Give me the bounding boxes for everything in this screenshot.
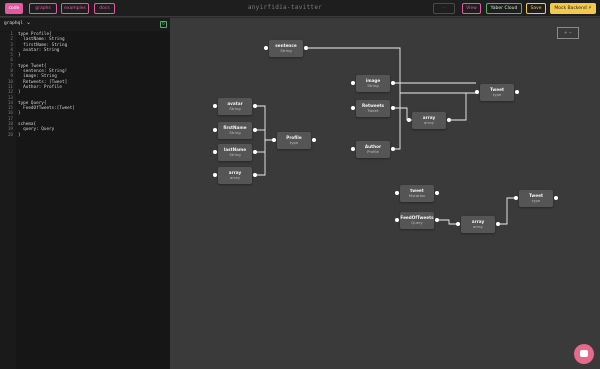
node-type: Profile [367, 149, 379, 154]
node-input-handle[interactable] [395, 191, 399, 195]
graph-edge [256, 140, 266, 176]
language-select[interactable]: graphql [4, 21, 23, 26]
graph-edge [450, 93, 467, 121]
node-output-handle[interactable] [391, 147, 395, 151]
node-type: type [289, 140, 299, 145]
chevron-down-icon[interactable]: ⌄ [26, 19, 31, 26]
node-output-handle[interactable] [253, 128, 257, 132]
node-input-handle[interactable] [351, 106, 355, 110]
node-output-handle[interactable] [435, 218, 439, 222]
graph-edge [256, 105, 273, 141]
node-retweets-array[interactable]: array array [407, 112, 451, 129]
mock-backend-label: Mock Backend [554, 6, 587, 11]
node-input-handle[interactable] [514, 196, 518, 200]
node-output-handle[interactable] [312, 138, 316, 142]
node-type: String [229, 106, 241, 111]
node-input-handle[interactable] [272, 138, 276, 142]
graph-edge [438, 219, 457, 225]
node-type: type [531, 198, 541, 203]
line-number: 20 [7, 132, 13, 138]
sync-icon[interactable]: ↻ [160, 21, 167, 28]
node-lastname[interactable]: lastName String [213, 144, 257, 161]
code-editor[interactable]: graphql ⌄ ↻ 1 type Profile{2 lastName: St… [0, 18, 170, 369]
node-profile-array[interactable]: array array [213, 167, 257, 184]
node-type: array [230, 175, 240, 180]
node-retweets[interactable]: Retweets Tweet [351, 100, 395, 117]
graph-edge [307, 47, 476, 94]
node-output-handle[interactable] [391, 81, 395, 85]
node-type: String [229, 152, 241, 157]
node-output-handle[interactable] [435, 191, 439, 195]
node-input-handle[interactable] [213, 104, 217, 108]
node-output-handle[interactable] [253, 104, 257, 108]
node-type: String [280, 48, 292, 53]
code-text: } [18, 132, 21, 138]
save-button[interactable]: Save [526, 3, 546, 14]
chat-button[interactable] [574, 344, 594, 364]
node-output-handle[interactable] [304, 46, 308, 50]
view-button[interactable]: View [462, 3, 481, 14]
node-input-handle[interactable] [407, 118, 411, 122]
node-type: Mutation [408, 193, 426, 198]
node-type: Query [411, 220, 423, 225]
node-author[interactable]: Author Profile [351, 141, 395, 158]
zoom-controls[interactable]: + − [557, 27, 579, 39]
node-type: array [424, 120, 434, 125]
node-type: Tweet [367, 108, 379, 113]
node-sentence[interactable]: sentence String [264, 40, 308, 57]
node-input-handle[interactable] [456, 222, 460, 226]
graph-edge [499, 197, 515, 225]
node-type: array [473, 224, 483, 229]
node-tweet-type[interactable]: Tweet type [475, 84, 519, 101]
node-avatar[interactable]: avatar String [213, 98, 257, 115]
node-output-handle[interactable] [447, 118, 451, 122]
mock-backend-button[interactable]: Mock Backend ⚡ [550, 3, 596, 14]
node-profile-type[interactable]: Profile type [272, 132, 316, 149]
node-type: type [492, 92, 502, 97]
node-output-handle[interactable] [253, 150, 257, 154]
yaber-cloud-button[interactable]: Yaber Cloud [486, 3, 522, 14]
node-firstname[interactable]: firstName String [213, 122, 257, 139]
node-output-handle[interactable] [496, 222, 500, 226]
nav-docs-button[interactable]: docs [94, 3, 115, 14]
nav-code-button[interactable]: code [5, 3, 23, 14]
node-output-handle[interactable] [554, 196, 558, 200]
node-input-handle[interactable] [213, 128, 217, 132]
app-root: code graphs examples docs anyirfidia-tav… [0, 0, 600, 369]
node-input-handle[interactable] [213, 173, 217, 177]
node-input-handle[interactable] [351, 81, 355, 85]
node-type: String [229, 130, 241, 135]
chat-icon [580, 350, 588, 357]
node-feedoftweets[interactable]: FeedOfTweets Query [395, 212, 439, 229]
graph-canvas[interactable]: sentence String image String Retweets Tw… [170, 18, 600, 369]
graph-edge [394, 93, 401, 150]
top-bar: code graphs examples docs anyirfidia-tav… [0, 0, 600, 17]
node-tweet-type-2[interactable]: Tweet type [514, 190, 558, 207]
node-tweet-mutation[interactable]: tweet Mutation [395, 185, 439, 202]
node-input-handle[interactable] [351, 147, 355, 151]
node-output-handle[interactable] [515, 90, 519, 94]
disabled-action-button[interactable]: ··· [433, 3, 455, 14]
code-content[interactable]: 1 type Profile{2 lastName: String 3 firstN… [0, 32, 170, 138]
node-input-handle[interactable] [475, 90, 479, 94]
editor-header: graphql ⌄ ↻ [0, 18, 170, 31]
node-input-handle[interactable] [213, 150, 217, 154]
node-feed-array[interactable]: array array [456, 216, 500, 233]
node-input-handle[interactable] [264, 46, 268, 50]
nav-graphs-button[interactable]: graphs [29, 3, 57, 14]
node-output-handle[interactable] [391, 106, 395, 110]
node-type: String [367, 83, 379, 88]
node-image[interactable]: image String [351, 75, 395, 92]
project-title: anyirfidia-tavitter [247, 4, 323, 11]
code-line[interactable]: 20} [0, 133, 170, 138]
node-output-handle[interactable] [253, 173, 257, 177]
node-input-handle[interactable] [395, 218, 399, 222]
zoom-label: + − [564, 30, 572, 35]
lightning-icon: ⚡ [588, 5, 592, 11]
nav-examples-button[interactable]: examples [61, 3, 89, 14]
